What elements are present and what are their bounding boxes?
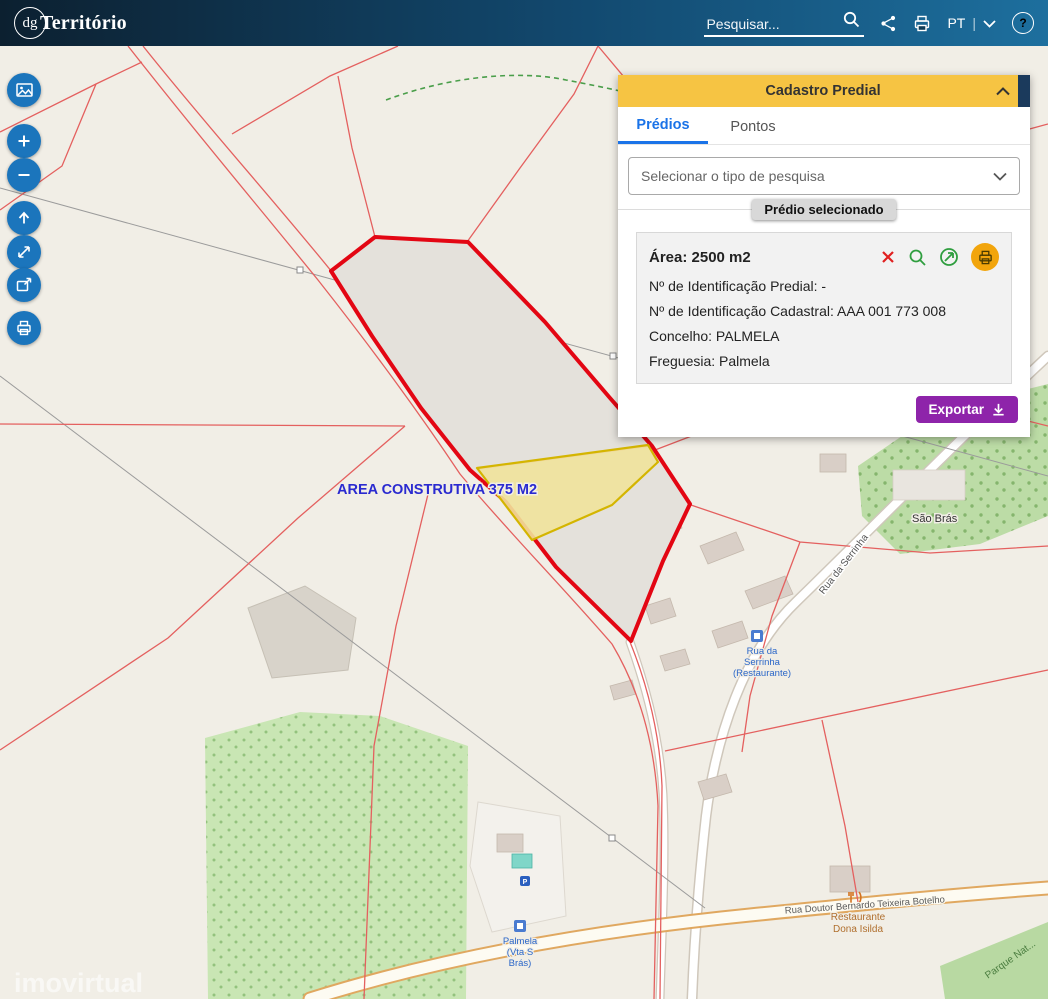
zoom-in-button[interactable] [7,124,41,158]
default-extent-button[interactable] [7,201,41,235]
property-freguesia: Freguesia: Palmela [649,352,770,369]
top-bar: dg Território Pesquisar... PT | ? [0,0,1048,46]
language-label: PT [947,15,966,31]
panel-tabs: Prédios Pontos [618,107,1030,145]
fullscreen-button[interactable] [7,268,41,302]
watermark: imovirtual [14,968,143,998]
tab-pontos[interactable]: Pontos [708,107,798,144]
svg-text:P: P [523,879,528,886]
app-root: P AREA CONSTRUTIVA 375 M2 São Brás Rua d… [0,0,1048,999]
palmela-label-3: Brás) [509,958,532,969]
search-type-select[interactable]: Selecionar o tipo de pesquisa [628,157,1020,195]
sao-bras-label: São Brás [912,513,958,525]
print-icon[interactable] [913,15,931,32]
panel-header: Cadastro Predial [618,75,1030,107]
poi-markers[interactable]: P [514,630,862,932]
stop-label-1: Rua da [747,646,778,657]
stop-label-3: (Restaurante) [733,668,791,679]
rua-serrinha-label: Rua da Serrinha [817,532,871,597]
collapse-panel-icon[interactable] [988,86,1018,96]
language-selector[interactable]: PT | [947,15,996,31]
property-concelho: Concelho: PALMELA [649,327,780,344]
export-button[interactable]: Exportar [916,395,1018,423]
remove-selection-icon[interactable] [880,249,896,265]
stop-label-2: Serrinha [744,657,781,668]
search-input[interactable] [704,14,843,33]
dgterritorio-logo[interactable]: dg Território [14,7,127,39]
search-type-value: Selecionar o tipo de pesquisa [641,168,825,184]
center-map-icon[interactable] [939,247,959,267]
export-label: Exportar [928,401,984,417]
restaurant-label-2: Dona Isilda [833,924,883,935]
logo-text: Território [40,11,127,34]
chevron-down-icon[interactable] [983,15,996,31]
palmela-label-2: (Vta S [507,947,533,958]
print-map-button[interactable] [7,311,41,345]
zoom-out-button[interactable] [7,158,41,192]
cadastro-predial-panel: Cadastro Predial Prédios Pontos Selecion… [618,75,1030,437]
share-icon[interactable] [880,15,897,32]
restaurant-label-1: Restaurante [831,912,886,923]
measure-button[interactable] [7,235,41,269]
download-icon [993,403,1004,416]
language-separator: | [972,15,976,31]
property-id-cadastral: Nº de Identificação Cadastral: AAA 001 7… [649,302,946,319]
palmela-label-1: Palmela [503,936,538,947]
search-icon[interactable] [842,10,860,33]
zoom-to-property-icon[interactable] [908,248,927,267]
help-icon[interactable]: ? [1012,12,1034,34]
select-chevron-down-icon [993,168,1007,184]
panel-dock-strip[interactable] [1018,75,1030,107]
selected-property-badge: Prédio selecionado [752,199,896,220]
tab-predios[interactable]: Prédios [618,107,708,144]
property-id-predial: Nº de Identificação Predial: - [649,278,827,294]
property-info-card: Área: 2500 m2 Nº de Identificação Predia… [636,232,1012,384]
basemap-gallery-button[interactable] [7,73,41,107]
panel-title: Cadastro Predial [765,83,881,99]
print-property-icon[interactable] [971,243,999,271]
search-box[interactable] [704,10,865,37]
area-construtiva-label: AREA CONSTRUTIVA 375 M2 [337,482,537,498]
property-area: Área: 2500 m2 [649,248,751,266]
